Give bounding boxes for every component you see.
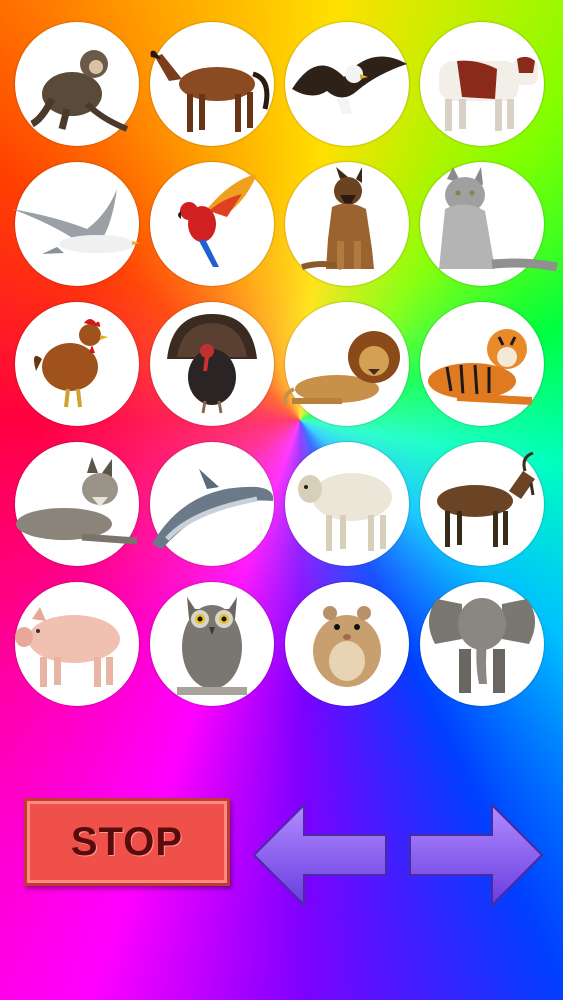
animal-button-eagle[interactable] xyxy=(285,22,409,146)
tiger-icon xyxy=(428,329,533,405)
wolf-icon xyxy=(16,457,138,545)
animal-button-dolphin[interactable] xyxy=(150,442,274,566)
stop-button-label: STOP xyxy=(70,819,184,864)
animal-button-cat[interactable] xyxy=(420,162,558,286)
cow-icon xyxy=(439,56,538,131)
animal-button-seagull[interactable] xyxy=(12,162,140,286)
animal-button-chicken[interactable] xyxy=(15,302,139,426)
dolphin-icon xyxy=(152,469,274,549)
animal-button-parrot[interactable] xyxy=(150,162,274,286)
animal-button-goat[interactable] xyxy=(420,442,544,566)
chicken-icon xyxy=(34,319,108,408)
sheep-icon xyxy=(298,473,392,551)
eagle-icon xyxy=(292,56,407,114)
animal-grid xyxy=(12,22,558,722)
hamster-icon xyxy=(313,606,381,687)
right-arrow-icon xyxy=(409,802,544,908)
elephant-icon xyxy=(428,598,536,693)
horse-icon xyxy=(150,50,270,132)
turkey-icon xyxy=(167,314,257,414)
seagull-icon xyxy=(12,189,140,254)
parrot-icon xyxy=(178,174,257,267)
animal-button-cow[interactable] xyxy=(420,22,544,146)
lion-icon xyxy=(283,331,400,406)
animal-button-hamster[interactable] xyxy=(285,582,409,706)
animal-button-sheep[interactable] xyxy=(285,442,409,566)
owl-icon xyxy=(177,597,247,695)
animal-button-owl[interactable] xyxy=(150,582,274,706)
animal-button-lion[interactable] xyxy=(283,302,409,426)
left-arrow-icon xyxy=(252,802,387,908)
animal-button-turkey[interactable] xyxy=(150,302,274,426)
previous-button[interactable] xyxy=(252,800,388,914)
goat-icon xyxy=(437,451,535,547)
monkey-icon xyxy=(30,50,129,132)
animal-button-tiger[interactable] xyxy=(420,302,544,426)
animal-button-pig[interactable] xyxy=(15,582,139,706)
animal-button-dog[interactable] xyxy=(285,162,409,286)
animal-button-horse[interactable] xyxy=(150,22,274,146)
pig-icon xyxy=(15,607,120,687)
animal-button-elephant[interactable] xyxy=(420,582,544,706)
animal-button-wolf[interactable] xyxy=(15,442,139,566)
dog-icon xyxy=(301,167,374,270)
next-button[interactable] xyxy=(408,800,544,914)
cat-icon xyxy=(439,167,558,272)
animal-button-monkey[interactable] xyxy=(15,22,139,146)
stop-button[interactable]: STOP xyxy=(24,798,230,886)
